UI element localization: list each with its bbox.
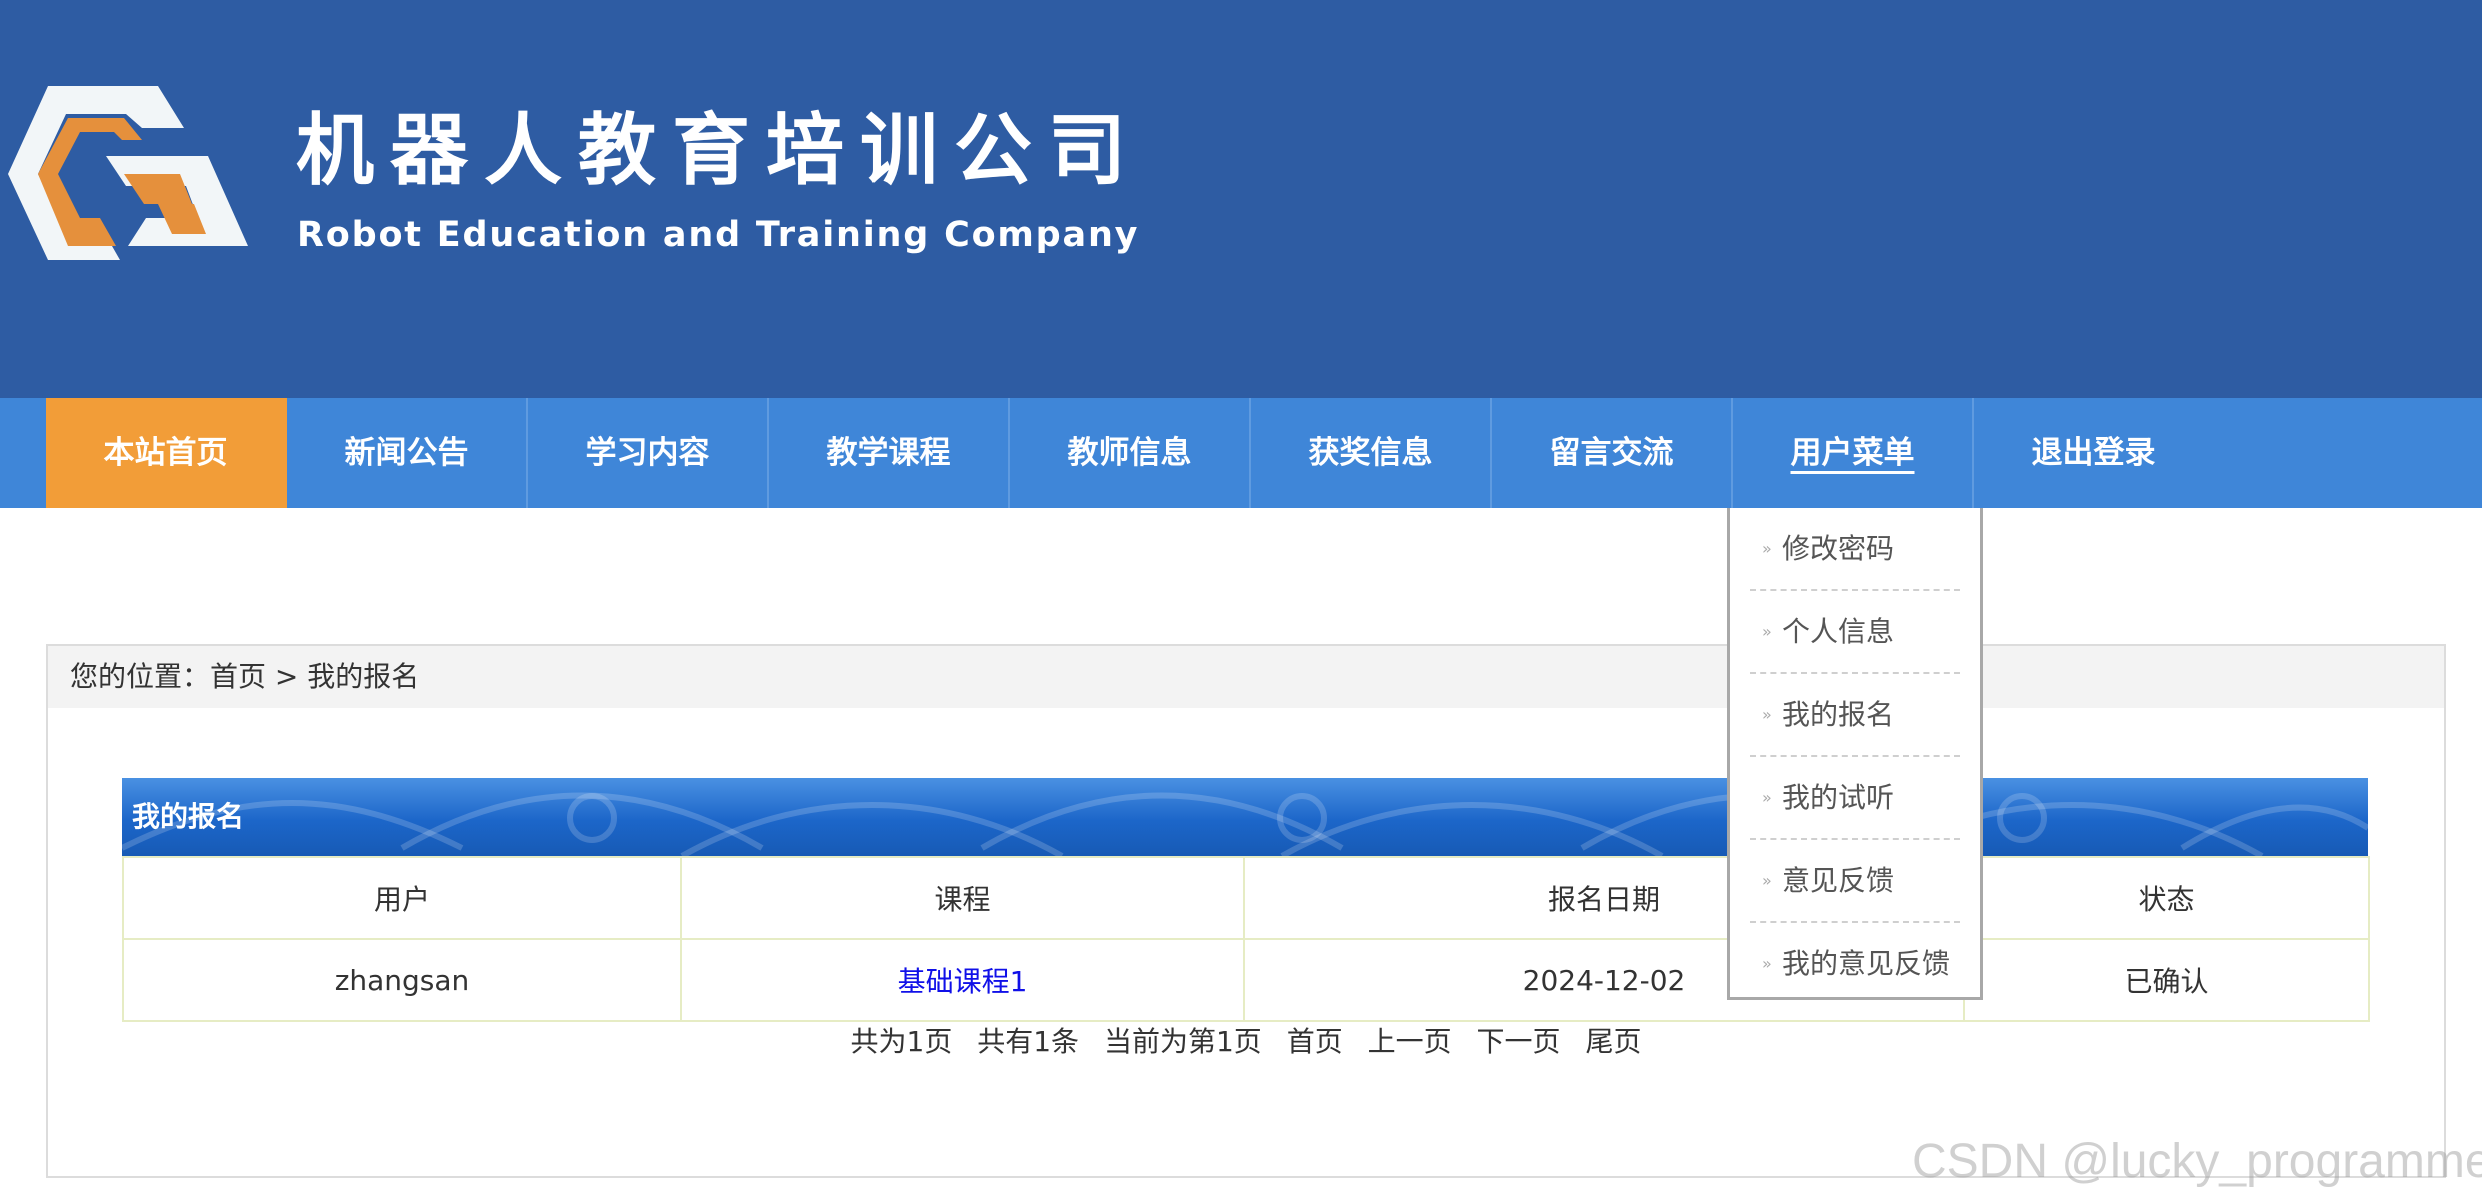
nav-item-label: 教学课程 bbox=[826, 435, 951, 471]
nav-item-label: 退出登录 bbox=[2031, 435, 2156, 471]
nav-item-label: 获奖信息 bbox=[1308, 435, 1433, 471]
menu-item-my-registrations[interactable]: » 我的报名 bbox=[1750, 674, 1960, 757]
breadcrumb: 您的位置：首页 > 我的报名 bbox=[48, 646, 2444, 708]
cell-user: zhangsan bbox=[122, 938, 682, 1022]
menu-item-my-feedback[interactable]: » 我的意见反馈 bbox=[1750, 923, 1960, 1004]
panel-header: 我的报名 bbox=[122, 778, 2368, 856]
table-header-row: 用户 课程 报名日期 状态 bbox=[122, 856, 2370, 940]
nav-item-label: 教师信息 bbox=[1067, 435, 1192, 471]
nav-item-home[interactable]: 本站首页 bbox=[46, 398, 287, 508]
breadcrumb-separator: > bbox=[266, 660, 308, 693]
nav-item-awards[interactable]: 获奖信息 bbox=[1251, 398, 1492, 508]
menu-item-profile[interactable]: » 个人信息 bbox=[1750, 591, 1960, 674]
pager-total-pages: 共为1页 bbox=[850, 1025, 953, 1058]
menu-item-label: 个人信息 bbox=[1782, 615, 1895, 648]
breadcrumb-prefix: 您的位置： bbox=[70, 660, 211, 693]
nav-item-label: 留言交流 bbox=[1549, 435, 1674, 471]
menu-item-label: 我的试听 bbox=[1782, 781, 1895, 814]
double-chevron-right-icon: » bbox=[1762, 871, 1772, 890]
cell-course: 基础课程1 bbox=[680, 938, 1245, 1022]
course-link[interactable]: 基础课程1 bbox=[898, 965, 1028, 998]
registration-panel: 我的报名 用户 课程 报名日期 状态 zhangsan 基础课程1 2024-1… bbox=[122, 778, 2370, 1022]
pager-current-page: 当前为第1页 bbox=[1103, 1025, 1262, 1058]
column-header-status: 状态 bbox=[1963, 856, 2370, 940]
double-chevron-right-icon: » bbox=[1762, 622, 1772, 641]
menu-item-my-trials[interactable]: » 我的试听 bbox=[1750, 757, 1960, 840]
cell-status: 已确认 bbox=[1963, 938, 2370, 1022]
nav-item-label: 用户菜单 bbox=[1790, 435, 1915, 471]
pager-total-items: 共有1条 bbox=[977, 1025, 1080, 1058]
content-box: 您的位置：首页 > 我的报名 我的报名 用户 课程 报名日期 状态 zhangs… bbox=[46, 644, 2446, 1178]
nav-item-label: 新闻公告 bbox=[344, 435, 469, 471]
breadcrumb-home-link[interactable]: 首页 bbox=[210, 660, 266, 693]
registration-table: 用户 课程 报名日期 状态 zhangsan 基础课程1 2024-12-02 … bbox=[122, 856, 2370, 1022]
menu-item-label: 意见反馈 bbox=[1782, 864, 1895, 897]
pager-last-link[interactable]: 尾页 bbox=[1585, 1025, 1641, 1058]
nav-item-label: 本站首页 bbox=[103, 435, 228, 471]
nav-item-learning[interactable]: 学习内容 bbox=[528, 398, 769, 508]
double-chevron-right-icon: » bbox=[1762, 705, 1772, 724]
site-header: 机器人教育培训公司 Robot Education and Training C… bbox=[0, 0, 2482, 398]
breadcrumb-current: 我的报名 bbox=[307, 660, 420, 693]
pager-first-link[interactable]: 首页 bbox=[1287, 1025, 1343, 1058]
company-logo-icon bbox=[8, 86, 248, 260]
nav-item-messages[interactable]: 留言交流 bbox=[1492, 398, 1733, 508]
double-chevron-right-icon: » bbox=[1762, 954, 1772, 973]
nav-item-user-menu[interactable]: 用户菜单 bbox=[1733, 398, 1974, 508]
main-nav: 本站首页 新闻公告 学习内容 教学课程 教师信息 获奖信息 留言交流 用户菜单 … bbox=[0, 398, 2482, 508]
site-subtitle: Robot Education and Training Company bbox=[297, 215, 1140, 255]
column-header-user: 用户 bbox=[122, 856, 682, 940]
panel-title: 我的报名 bbox=[132, 800, 245, 833]
nav-item-logout[interactable]: 退出登录 bbox=[1974, 398, 2213, 508]
site-title: 机器人教育培训公司 bbox=[296, 106, 1143, 196]
ornament-pattern-icon bbox=[122, 792, 2368, 856]
double-chevron-right-icon: » bbox=[1762, 788, 1772, 807]
watermark: CSDN @lucky_programmer bbox=[1912, 1135, 2482, 1188]
menu-item-label: 我的意见反馈 bbox=[1782, 947, 1951, 980]
nav-item-courses[interactable]: 教学课程 bbox=[769, 398, 1010, 508]
menu-item-label: 修改密码 bbox=[1782, 532, 1895, 565]
menu-item-feedback[interactable]: » 意见反馈 bbox=[1750, 840, 1960, 923]
column-header-course: 课程 bbox=[680, 856, 1245, 940]
menu-item-label: 我的报名 bbox=[1782, 698, 1895, 731]
double-chevron-right-icon: » bbox=[1762, 539, 1772, 558]
nav-item-label: 学习内容 bbox=[585, 435, 710, 471]
pager-prev-link[interactable]: 上一页 bbox=[1368, 1025, 1452, 1058]
nav-list: 本站首页 新闻公告 学习内容 教学课程 教师信息 获奖信息 留言交流 用户菜单 … bbox=[46, 398, 2213, 508]
nav-item-news[interactable]: 新闻公告 bbox=[287, 398, 528, 508]
table-row: zhangsan 基础课程1 2024-12-02 已确认 bbox=[122, 938, 2370, 1022]
user-menu-dropdown: » 修改密码 » 个人信息 » 我的报名 » 我的试听 » 意见反馈 » 我的意… bbox=[1727, 508, 1983, 1000]
menu-item-change-password[interactable]: » 修改密码 bbox=[1750, 508, 1960, 591]
pager-next-link[interactable]: 下一页 bbox=[1477, 1025, 1561, 1058]
pagination: 共为1页 共有1条 当前为第1页 首页 上一页 下一页 尾页 bbox=[48, 1020, 2444, 1060]
nav-item-teachers[interactable]: 教师信息 bbox=[1010, 398, 1251, 508]
